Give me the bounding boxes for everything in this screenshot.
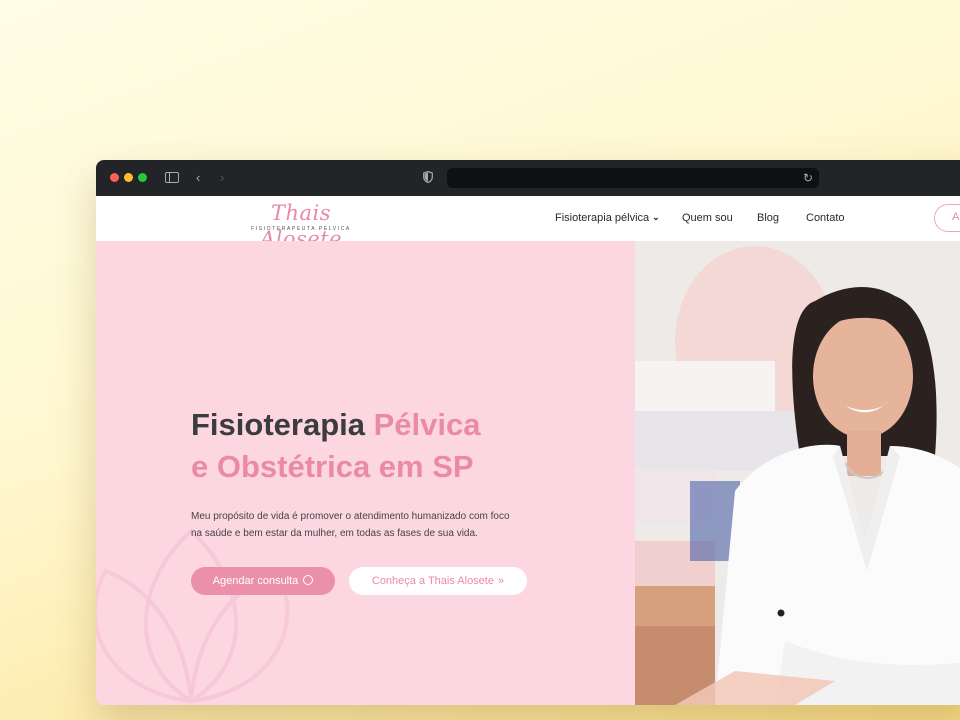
schedule-appointment-button[interactable]: Agendar consulta [191,567,335,595]
nav-item-fisioterapia-pelvica[interactable]: Fisioterapia pélvica ⌄ [555,196,660,241]
portrait-photo [635,241,960,705]
meet-thais-button[interactable]: Conheça a Thais Alosete» [349,567,527,595]
site-header: Thais Alosete FISIOTERAPEUTA PÉLVICA Fis… [96,196,960,251]
hero-title: Fisioterapia Pélvica e Obstétrica em SP [191,404,591,488]
hero-description: Meu propósito de vida é promover o atend… [191,511,510,539]
nav-item-label: Quem sou [682,212,733,224]
header-cta-label: A [952,211,960,223]
maximize-window-button[interactable] [138,173,147,182]
whatsapp-icon [303,575,314,585]
nav-item-label: Contato [806,212,845,224]
shield-icon[interactable] [423,171,433,183]
logo[interactable]: Thais Alosete FISIOTERAPEUTA PÉLVICA [228,200,374,251]
hero-title-part1: Fisioterapia [191,407,365,442]
hero-title-line2: e Obstétrica em SP [191,449,474,484]
schedule-appointment-label: Agendar consulta [212,575,299,587]
nav-item-label: Fisioterapia pélvica [555,212,650,224]
sidebar-icon[interactable] [165,172,179,183]
nav-item-label: Blog [757,212,780,224]
reload-icon[interactable]: ↻ [803,170,813,186]
close-window-button[interactable] [110,173,119,182]
browser-titlebar: ‹ › ↻ [96,160,960,196]
nav-item-quem-sou[interactable]: Quem sou [682,196,733,241]
address-bar[interactable]: ↻ [447,168,819,188]
meet-thais-label: Conheça a Thais Alosete [371,575,494,587]
logo-tagline: FISIOTERAPEUTA PÉLVICA [251,226,351,232]
chevron-left-icon[interactable]: ‹ [196,170,200,186]
chevron-right-icon[interactable]: › [220,170,224,186]
browser-window: ‹ › ↻ Thais Alosete FISIOTERAPEUTA PÉLVI… [96,160,960,705]
header-cta-button[interactable]: A [934,204,960,232]
chevron-down-icon: ⌄ [652,212,660,222]
minimize-window-button[interactable] [124,173,133,182]
nav-item-contato[interactable]: Contato [806,196,845,241]
hero-title-part2: Pélvica [373,407,481,442]
nav-item-blog[interactable]: Blog [757,196,779,241]
hero-section: Fisioterapia Pélvica e Obstétrica em SP … [96,241,635,705]
double-chevron-right-icon: » [497,575,505,587]
